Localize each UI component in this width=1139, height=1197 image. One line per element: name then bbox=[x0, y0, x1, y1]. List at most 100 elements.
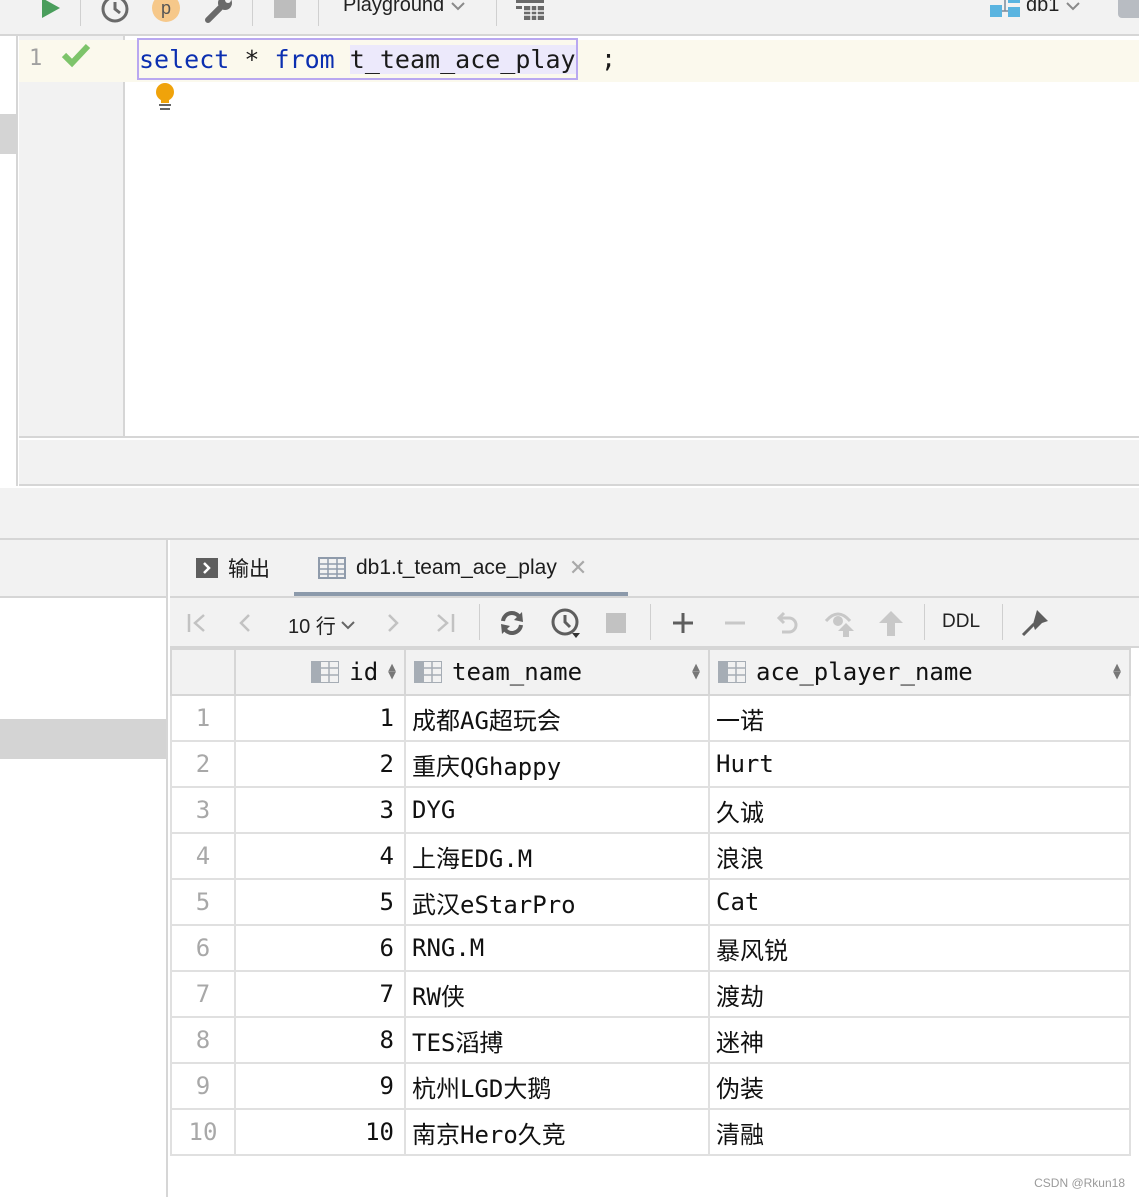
auto-refresh-icon[interactable] bbox=[550, 608, 582, 638]
session-select[interactable]: Playground bbox=[343, 0, 466, 17]
column-header-team-name[interactable]: team_name ▲ ▼ bbox=[404, 648, 710, 696]
cell-id[interactable]: 9 bbox=[234, 1062, 406, 1110]
table-row[interactable]: 1 1 成都AG超玩会 一诺 bbox=[170, 694, 1131, 742]
table-row[interactable]: 10 10 南京Hero久竞 清融 bbox=[170, 1108, 1131, 1156]
table-row[interactable]: 3 3 DYG 久诚 bbox=[170, 786, 1131, 834]
cell-team-name[interactable]: 南京Hero久竞 bbox=[404, 1108, 710, 1156]
cell-id[interactable]: 4 bbox=[234, 832, 406, 880]
datasource-select[interactable]: db1 bbox=[990, 0, 1081, 17]
ddl-button[interactable]: DDL bbox=[942, 611, 980, 633]
overflow-icon[interactable] bbox=[1118, 0, 1139, 18]
cell-id[interactable]: 1 bbox=[234, 694, 406, 742]
tab-table-label: db1.t_team_ace_play bbox=[356, 556, 557, 579]
table-row[interactable]: 7 7 RW侠 渡劫 bbox=[170, 970, 1131, 1018]
previous-page-icon[interactable] bbox=[236, 608, 254, 638]
next-page-icon[interactable] bbox=[384, 608, 402, 638]
refresh-icon[interactable] bbox=[498, 608, 526, 638]
cell-ace-player-name[interactable]: 浪浪 bbox=[708, 832, 1131, 880]
table-row[interactable]: 6 6 RNG.M 暴风锐 bbox=[170, 924, 1131, 972]
cell-ace-player-name[interactable]: 伪装 bbox=[708, 1062, 1131, 1110]
stop-icon[interactable] bbox=[606, 608, 626, 638]
cell-ace-player-name[interactable]: Hurt bbox=[708, 740, 1131, 788]
column-icon bbox=[718, 661, 746, 683]
table-row[interactable]: 8 8 TES滔搏 迷神 bbox=[170, 1016, 1131, 1064]
column-header-id[interactable]: id ▲ ▼ bbox=[234, 648, 406, 696]
cell-team-name[interactable]: 上海EDG.M bbox=[404, 832, 710, 880]
cell-ace-player-name[interactable]: Cat bbox=[708, 878, 1131, 926]
profile-letter: p bbox=[160, 0, 171, 18]
table-icon bbox=[318, 557, 346, 579]
toolbar-divider bbox=[252, 0, 253, 26]
column-header-label: team_name bbox=[452, 658, 583, 686]
cell-team-name[interactable]: RW侠 bbox=[404, 970, 710, 1018]
cell-team-name[interactable]: 重庆QGhappy bbox=[404, 740, 710, 788]
sort-icon[interactable]: ▲ ▼ bbox=[388, 661, 396, 682]
grid-header-row: id ▲ ▼ team_name ▲ ▼ ace_player_name ▲ ▼ bbox=[170, 648, 1131, 696]
table-row[interactable]: 2 2 重庆QGhappy Hurt bbox=[170, 740, 1131, 788]
result-grid: id ▲▼ team_name ▲▼ ace_player_name ▲▼ bbox=[170, 648, 1131, 1156]
cell-team-name[interactable]: 杭州LGD大鹅 bbox=[404, 1062, 710, 1110]
submit-icon[interactable] bbox=[878, 608, 904, 638]
cell-ace-player-name[interactable]: 久诚 bbox=[708, 786, 1131, 834]
delete-row-icon[interactable] bbox=[724, 608, 746, 638]
history-icon[interactable] bbox=[100, 0, 130, 24]
tab-table-result[interactable]: db1.t_team_ace_play ✕ bbox=[318, 540, 613, 596]
table-view-icon[interactable] bbox=[516, 0, 544, 20]
sort-icon[interactable]: ▲ ▼ bbox=[1113, 661, 1121, 682]
row-number: 8 bbox=[170, 1016, 236, 1064]
editor-toolbar: p Playground db1 bbox=[0, 0, 1139, 36]
table-identifier[interactable]: t_team_ace_play bbox=[349, 44, 576, 74]
row-number-header bbox=[170, 648, 236, 696]
sort-icon[interactable]: ▲ ▼ bbox=[692, 661, 700, 682]
cell-id[interactable]: 6 bbox=[234, 924, 406, 972]
cell-id[interactable]: 3 bbox=[234, 786, 406, 834]
last-page-icon[interactable] bbox=[434, 608, 456, 638]
cell-id[interactable]: 8 bbox=[234, 1016, 406, 1064]
table-row[interactable]: 5 5 武汉eStarPro Cat bbox=[170, 878, 1131, 926]
stop-icon[interactable] bbox=[274, 0, 296, 18]
watermark: CSDN @Rkun18 bbox=[1034, 1176, 1125, 1190]
row-number: 1 bbox=[170, 694, 236, 742]
cell-id[interactable]: 10 bbox=[234, 1108, 406, 1156]
cell-team-name[interactable]: RNG.M bbox=[404, 924, 710, 972]
cell-id[interactable]: 2 bbox=[234, 740, 406, 788]
add-row-icon[interactable] bbox=[672, 608, 694, 638]
column-icon bbox=[311, 661, 340, 683]
intention-bulb-icon[interactable] bbox=[153, 82, 177, 117]
cell-team-name[interactable]: 武汉eStarPro bbox=[404, 878, 710, 926]
profile-icon[interactable]: p bbox=[152, 0, 180, 22]
sql-statement[interactable]: select * from t_team_ace_play bbox=[137, 38, 578, 80]
row-number: 9 bbox=[170, 1062, 236, 1110]
services-tree bbox=[0, 540, 168, 1197]
row-number: 3 bbox=[170, 786, 236, 834]
close-icon[interactable]: ✕ bbox=[569, 555, 587, 581]
cell-id[interactable]: 5 bbox=[234, 878, 406, 926]
services-tree-selected-item[interactable] bbox=[0, 719, 166, 759]
datasource-icon bbox=[990, 0, 1020, 17]
cell-ace-player-name[interactable]: 渡劫 bbox=[708, 970, 1131, 1018]
revert-icon[interactable] bbox=[774, 608, 800, 638]
cell-ace-player-name[interactable]: 清融 bbox=[708, 1108, 1131, 1156]
settings-wrench-icon[interactable] bbox=[204, 0, 234, 24]
cell-ace-player-name[interactable]: 暴风锐 bbox=[708, 924, 1131, 972]
table-row[interactable]: 4 4 上海EDG.M 浪浪 bbox=[170, 832, 1131, 880]
column-header-ace-player-name[interactable]: ace_player_name ▲ ▼ bbox=[708, 648, 1131, 696]
cell-team-name[interactable]: TES滔搏 bbox=[404, 1016, 710, 1064]
run-icon[interactable] bbox=[38, 0, 62, 20]
tab-output[interactable]: 输出 bbox=[196, 540, 270, 596]
services-tree-header bbox=[0, 540, 166, 598]
first-page-icon[interactable] bbox=[186, 608, 208, 638]
sql-editor[interactable]: 1 select * from t_team_ace_play ; bbox=[19, 36, 1139, 438]
chevron-down-icon bbox=[1066, 1, 1081, 10]
pin-icon[interactable] bbox=[1020, 608, 1050, 638]
results-tabs: 输出 db1.t_team_ace_play ✕ bbox=[170, 540, 1139, 598]
page-size-select[interactable]: 10 行 bbox=[288, 610, 356, 639]
table-row[interactable]: 9 9 杭州LGD大鹅 伪装 bbox=[170, 1062, 1131, 1110]
cell-ace-player-name[interactable]: 一诺 bbox=[708, 694, 1131, 742]
tab-output-label: 输出 bbox=[228, 558, 270, 581]
cell-team-name[interactable]: 成都AG超玩会 bbox=[404, 694, 710, 742]
preview-changes-icon[interactable] bbox=[824, 608, 856, 638]
cell-id[interactable]: 7 bbox=[234, 970, 406, 1018]
cell-ace-player-name[interactable]: 迷神 bbox=[708, 1016, 1131, 1064]
cell-team-name[interactable]: DYG bbox=[404, 786, 710, 834]
